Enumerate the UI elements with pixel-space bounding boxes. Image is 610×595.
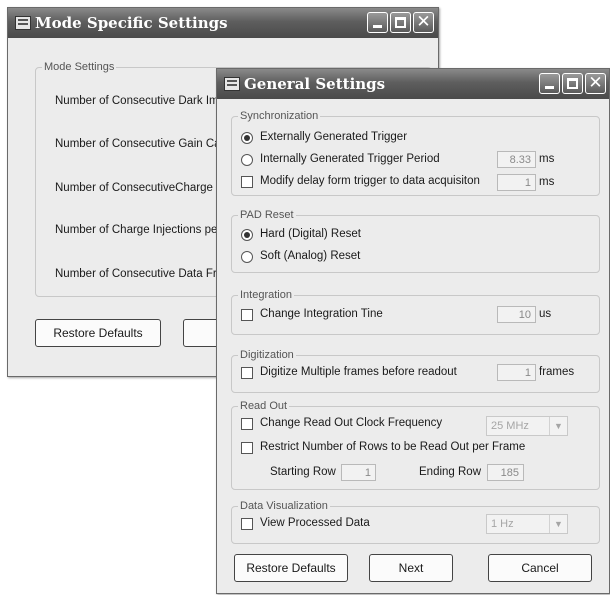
mode-settings-group-label: Mode Settings [44, 61, 115, 73]
change-clock-label[interactable]: Change Read Out Clock Frequency [260, 417, 442, 429]
hard-reset-radio[interactable] [241, 229, 253, 241]
next-button[interactable]: Next [369, 554, 453, 582]
soft-reset-label[interactable]: Soft (Analog) Reset [260, 250, 360, 262]
external-trigger-label[interactable]: Externally Generated Trigger [260, 131, 407, 143]
display-rate-value: 1 Hz [491, 518, 514, 530]
internal-trigger-unit: ms [539, 153, 555, 165]
display-rate-select[interactable]: 1 Hz ▼ [486, 514, 568, 534]
integration-unit: us [539, 308, 552, 320]
mode-row-data-frames: Number of Consecutive Data Fram [55, 268, 233, 280]
synchronization-label: Synchronization [240, 110, 319, 122]
internal-trigger-period-input[interactable]: 8.33 [497, 151, 536, 168]
mode-row-injections-per-frame: Number of Charge Injections per F [55, 224, 232, 236]
mode-settings-title: Mode Specific Settings [35, 14, 228, 32]
digitize-multiple-label[interactable]: Digitize Multiple frames before readout [260, 366, 457, 378]
frames-input[interactable]: 1 [497, 364, 536, 381]
restore-defaults-button[interactable]: Restore Defaults [234, 554, 348, 582]
mode-settings-titlebar[interactable]: Mode Specific Settings ✕ [8, 8, 438, 38]
maximize-icon[interactable] [562, 73, 583, 94]
minimize-icon[interactable] [367, 12, 388, 33]
external-trigger-radio[interactable] [241, 132, 253, 144]
general-settings-titlebar[interactable]: General Settings ✕ [217, 69, 609, 99]
digitize-multiple-checkbox[interactable] [241, 367, 253, 379]
pad-reset-label: PAD Reset [240, 209, 294, 221]
change-clock-checkbox[interactable] [241, 418, 253, 430]
digitization-label: Digitization [240, 349, 294, 361]
soft-reset-radio[interactable] [241, 251, 253, 263]
view-processed-checkbox[interactable] [241, 518, 253, 530]
delay-input[interactable]: 1 [497, 174, 536, 191]
general-settings-window: General Settings ✕ Synchronization Exter… [216, 68, 610, 594]
hard-reset-label[interactable]: Hard (Digital) Reset [260, 228, 361, 240]
minimize-icon[interactable] [539, 73, 560, 94]
internal-trigger-radio[interactable] [241, 154, 253, 166]
clock-frequency-select[interactable]: 25 MHz ▼ [486, 416, 568, 436]
maximize-icon[interactable] [390, 12, 411, 33]
ending-row-label: Ending Row [419, 466, 482, 478]
cancel-button[interactable]: Cancel [488, 554, 592, 582]
general-settings-title: General Settings [244, 75, 386, 93]
dropdown-arrow-icon[interactable]: ▼ [549, 417, 567, 435]
starting-row-input[interactable]: 1 [341, 464, 376, 481]
starting-row-label: Starting Row [270, 466, 336, 478]
read-out-label: Read Out [240, 400, 288, 412]
data-visualization-label: Data Visualization [240, 500, 328, 512]
clock-frequency-value: 25 MHz [491, 420, 529, 432]
change-integration-checkbox[interactable] [241, 309, 253, 321]
mode-row-gain-calibration: Number of Consecutive Gain Calib [55, 138, 233, 150]
view-processed-label[interactable]: View Processed Data [260, 517, 370, 529]
internal-trigger-label[interactable]: Internally Generated Trigger Period [260, 153, 440, 165]
mode-row-dark-images: Number of Consecutive Dark Ima [55, 95, 226, 107]
window-icon [224, 77, 240, 91]
restrict-rows-checkbox[interactable] [241, 442, 253, 454]
integration-label: Integration [240, 289, 292, 301]
mode-restore-defaults-button[interactable]: Restore Defaults [35, 319, 161, 347]
change-integration-label[interactable]: Change Integration Tine [260, 308, 383, 320]
close-icon[interactable]: ✕ [585, 73, 606, 94]
ending-row-input[interactable]: 185 [487, 464, 524, 481]
mode-row-charge-injection: Number of ConsecutiveCharge Inj [55, 182, 229, 194]
restrict-rows-label[interactable]: Restrict Number of Rows to be Read Out p… [260, 441, 525, 453]
dropdown-arrow-icon[interactable]: ▼ [549, 515, 567, 533]
frames-unit: frames [539, 366, 575, 378]
pad-reset-group: PAD Reset [231, 209, 600, 273]
modify-delay-checkbox[interactable] [241, 176, 253, 188]
window-icon [15, 16, 31, 30]
modify-delay-label[interactable]: Modify delay form trigger to data acquis… [260, 175, 480, 187]
delay-unit: ms [539, 176, 555, 188]
integration-time-input[interactable]: 10 [497, 306, 536, 323]
close-icon[interactable]: ✕ [413, 12, 434, 33]
